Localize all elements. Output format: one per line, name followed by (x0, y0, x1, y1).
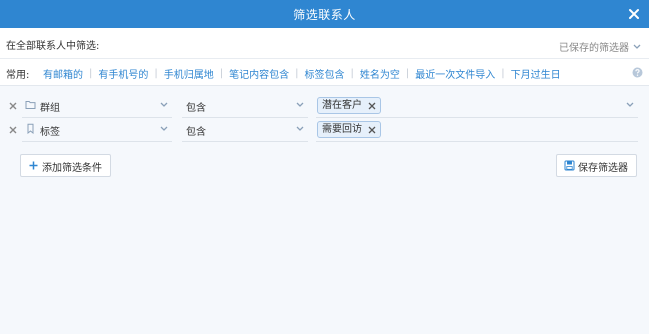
folder-icon (25, 101, 36, 109)
remove-condition-icon[interactable] (8, 125, 18, 135)
saved-filters-dropdown[interactable]: 已保存的筛选器 (559, 39, 641, 54)
quick-link-note-contains[interactable]: 笔记内容包含 (229, 66, 289, 81)
chevron-down-icon (296, 126, 304, 131)
chevron-down-icon (160, 102, 168, 107)
operator-select[interactable]: 包含 (182, 96, 308, 118)
chevron-down-icon (633, 44, 641, 49)
close-icon[interactable] (627, 7, 641, 21)
divider: | (219, 68, 224, 79)
operator-label: 包含 (186, 127, 206, 138)
dialog-titlebar: 筛选联系人 (0, 0, 649, 28)
field-select[interactable]: 群组 (22, 96, 172, 118)
divider: | (350, 68, 354, 79)
filter-condition-row: 标签 包含 需要回访 (0, 120, 649, 144)
field-label: 群组 (40, 103, 60, 114)
quick-links: 有邮箱的 | 有手机号的 | 手机归属地 | 笔记内容包含 | 标签包含 | 姓… (43, 66, 561, 81)
quick-link-phone-location[interactable]: 手机归属地 (164, 66, 214, 81)
remove-tag-icon[interactable] (368, 102, 376, 110)
tag-label: 需要回访 (322, 124, 362, 135)
filter-condition-row: 群组 包含 潜在客户 (0, 96, 649, 120)
plus-icon (29, 161, 38, 170)
operator-select[interactable]: 包含 (182, 120, 308, 142)
save-icon (564, 160, 575, 171)
divider: | (405, 68, 410, 79)
operator-label: 包含 (186, 103, 206, 114)
chevron-down-icon (296, 102, 304, 107)
field-select[interactable]: 标签 (22, 120, 172, 142)
remove-tag-icon[interactable] (368, 126, 376, 134)
divider: | (295, 68, 299, 79)
common-label: 常用: (6, 70, 30, 81)
divider: | (501, 68, 505, 79)
scope-label: 在全部联系人中筛选: (6, 41, 100, 52)
scope-row: 在全部联系人中筛选: 已保存的筛选器 (0, 28, 649, 58)
chevron-down-icon (160, 126, 168, 131)
divider: | (89, 68, 93, 79)
bookmark-icon (27, 123, 34, 134)
chevron-down-icon[interactable] (626, 102, 634, 108)
value-input[interactable]: 需要回访 (316, 120, 638, 142)
quick-link-last-import[interactable]: 最近一次文件导入 (415, 66, 495, 81)
value-input[interactable]: 潜在客户 (316, 96, 638, 118)
quick-link-name-empty[interactable]: 姓名为空 (360, 66, 400, 81)
quick-link-has-email[interactable]: 有邮箱的 (43, 66, 83, 81)
save-filter-button[interactable]: 保存筛选器 (556, 154, 637, 177)
remove-condition-icon[interactable] (8, 101, 18, 111)
quick-link-has-phone[interactable]: 有手机号的 (98, 66, 148, 81)
field-label: 标签 (40, 127, 60, 138)
save-filter-label: 保存筛选器 (578, 163, 628, 174)
value-tag: 需要回访 (317, 121, 381, 138)
quick-link-tag-contains[interactable]: 标签包含 (305, 66, 345, 81)
add-condition-button[interactable]: 添加筛选条件 (20, 154, 111, 177)
help-icon[interactable] (632, 67, 643, 78)
divider: | (154, 68, 158, 79)
tag-label: 潜在客户 (322, 100, 362, 111)
saved-filters-label: 已保存的筛选器 (559, 43, 629, 54)
add-condition-label: 添加筛选条件 (42, 163, 102, 174)
value-tag: 潜在客户 (317, 97, 381, 114)
quick-link-birthday-next-month[interactable]: 下月过生日 (511, 66, 561, 81)
common-filters-row: 常用: 有邮箱的 | 有手机号的 | 手机归属地 | 笔记内容包含 | 标签包含… (0, 58, 649, 86)
filter-contacts-dialog: 筛选联系人 在全部联系人中筛选: 已保存的筛选器 常用: 有邮箱的 | 有手机号… (0, 0, 649, 334)
dialog-title: 筛选联系人 (293, 8, 356, 22)
